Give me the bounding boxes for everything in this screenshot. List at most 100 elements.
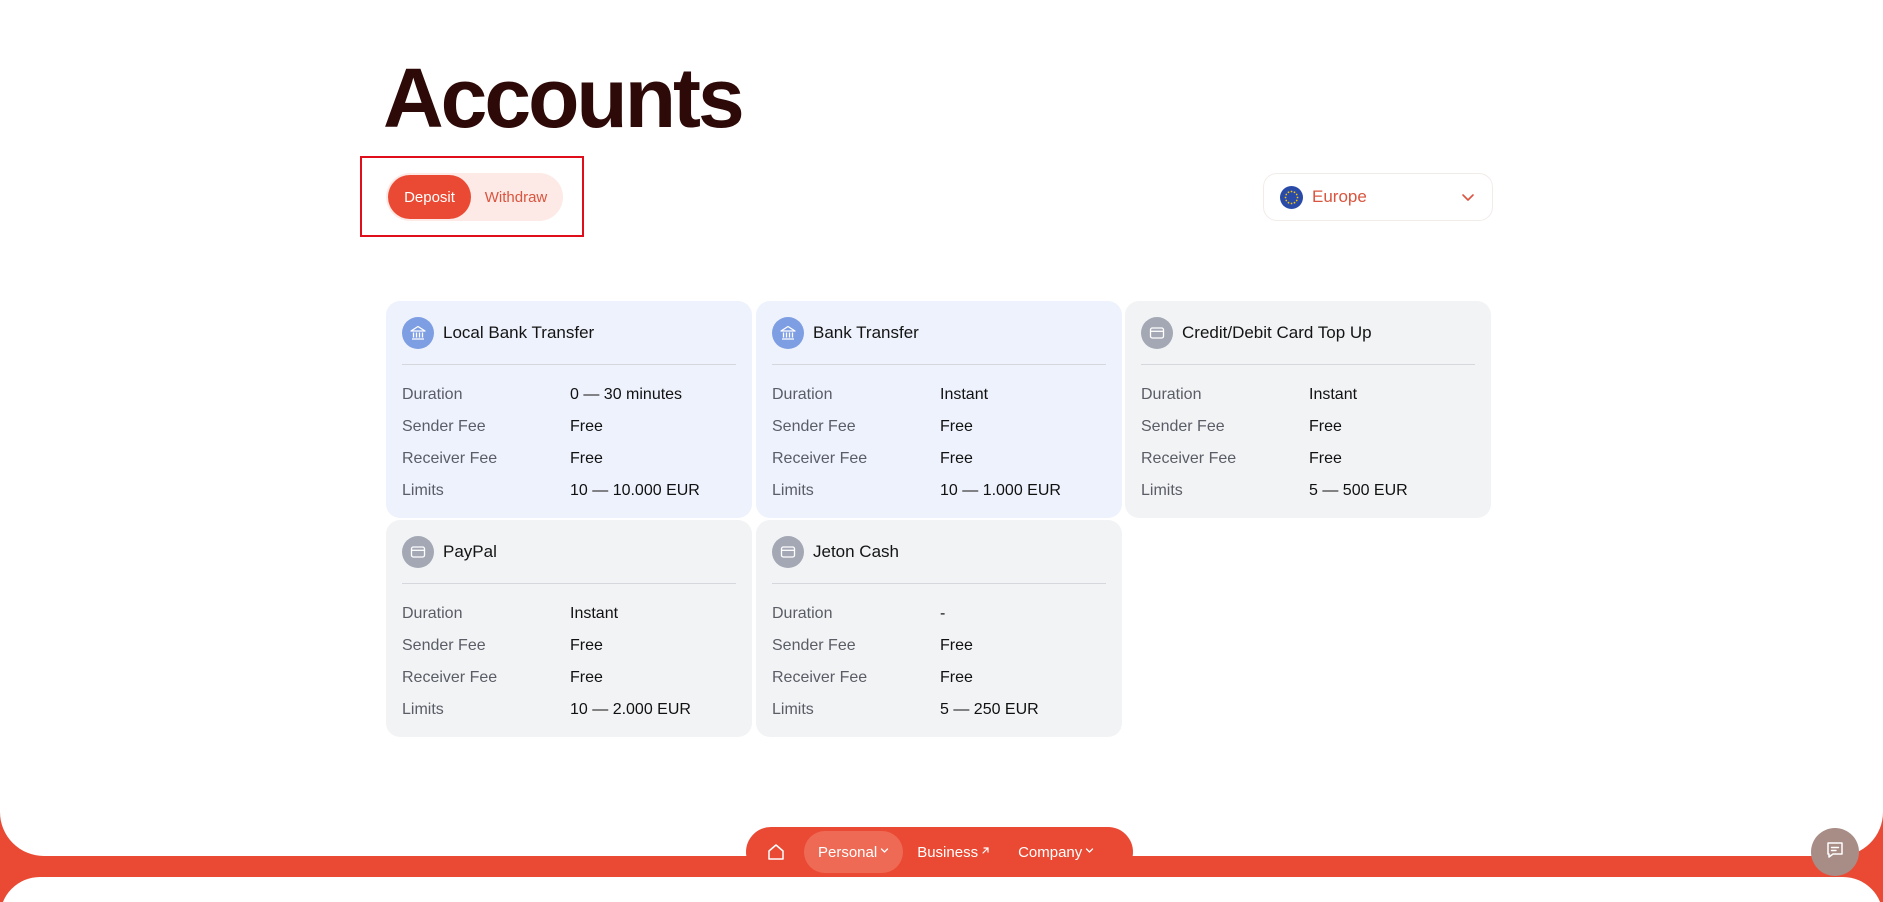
detail-label: Receiver Fee [402, 669, 498, 686]
deposit-withdraw-toggle: Deposit Withdraw [386, 173, 563, 221]
detail-value: 10 — 1.000 EUR [940, 482, 1061, 499]
chat-button[interactable] [1811, 828, 1859, 876]
detail-value: Free [940, 450, 973, 467]
card-icon [402, 536, 434, 568]
detail-row: Sender Fee Free [1141, 411, 1475, 443]
detail-label: Limits [402, 482, 444, 499]
detail-value: 5 — 500 EUR [1309, 482, 1408, 499]
method-title: Local Bank Transfer [443, 323, 595, 342]
method-card-paypal[interactable]: PayPal Duration Instant Sender Fee Free Re… [386, 520, 752, 737]
chevron-down-icon [1085, 846, 1094, 858]
detail-row: Limits 10 — 2.000 EUR [402, 694, 736, 726]
external-link-icon [981, 846, 990, 858]
footer-background [0, 877, 1883, 902]
detail-row: Sender Fee Free [402, 630, 736, 662]
method-title: PayPal [443, 542, 497, 561]
divider [772, 583, 1106, 584]
detail-row: Duration Instant [772, 379, 1106, 411]
detail-label: Limits [772, 482, 814, 499]
detail-label: Sender Fee [772, 637, 856, 654]
chevron-down-icon [880, 846, 889, 858]
detail-row: Limits 5 — 250 EUR [772, 694, 1106, 726]
detail-value: Free [570, 450, 603, 467]
detail-value: Free [1309, 450, 1342, 467]
detail-value: 10 — 10.000 EUR [570, 482, 700, 499]
detail-label: Sender Fee [772, 418, 856, 435]
withdraw-button[interactable]: Withdraw [471, 175, 561, 219]
nav-business-label: Business [917, 843, 979, 861]
detail-row: Receiver Fee Free [402, 443, 736, 475]
method-card-local-bank-transfer[interactable]: Local Bank Transfer Duration 0 — 30 minut… [386, 301, 752, 518]
card-icon [1141, 317, 1173, 349]
page-title: Accounts [383, 51, 745, 145]
nav-company-label: Company [1018, 843, 1083, 861]
divider [402, 583, 736, 584]
divider [772, 364, 1106, 365]
detail-value: Instant [570, 605, 619, 622]
deposit-button[interactable]: Deposit [388, 175, 471, 219]
nav-company[interactable]: Company [1004, 831, 1108, 873]
detail-label: Receiver Fee [772, 669, 868, 686]
detail-value: Instant [940, 386, 989, 403]
detail-value: 0 — 30 minutes [570, 386, 683, 403]
detail-value: Instant [1309, 386, 1358, 403]
detail-label: Receiver Fee [402, 450, 498, 467]
detail-row: Limits 5 — 500 EUR [1141, 475, 1475, 507]
method-card-credit-debit-card[interactable]: Credit/Debit Card Top Up Duration Instant… [1125, 301, 1491, 518]
detail-row: Sender Fee Free [402, 411, 736, 443]
detail-label: Duration [772, 605, 833, 622]
nav-personal-label: Personal [818, 843, 878, 861]
detail-label: Limits [402, 701, 444, 718]
detail-value: Free [940, 637, 973, 654]
detail-row: Receiver Fee Free [402, 662, 736, 694]
region-select[interactable]: Europe [1263, 173, 1493, 221]
detail-row: Receiver Fee Free [772, 662, 1106, 694]
detail-label: Receiver Fee [1141, 450, 1237, 467]
detail-value: Free [570, 669, 603, 686]
detail-row: Duration Instant [1141, 379, 1475, 411]
method-title: Jeton Cash [813, 542, 899, 561]
method-card-jeton-cash[interactable]: Jeton Cash Duration - Sender Fee Free Rece… [756, 520, 1122, 737]
home-icon[interactable] [762, 838, 790, 866]
detail-value: Free [1309, 418, 1342, 435]
detail-value: Free [570, 418, 603, 435]
detail-label: Duration [402, 605, 463, 622]
detail-row: Duration - [772, 598, 1106, 630]
bottom-nav: Personal Business Company [746, 827, 1133, 877]
detail-row: Duration Instant [402, 598, 736, 630]
detail-label: Limits [1141, 482, 1183, 499]
chevron-down-icon [1460, 189, 1476, 210]
eu-flag-icon [1280, 185, 1303, 209]
nav-business[interactable]: Business [903, 831, 1004, 873]
detail-value: 5 — 250 EUR [940, 701, 1039, 718]
divider [402, 364, 736, 365]
detail-row: Receiver Fee Free [772, 443, 1106, 475]
method-card-bank-transfer[interactable]: Bank Transfer Duration Instant Sender Fee… [756, 301, 1122, 518]
bank-icon [772, 317, 804, 349]
detail-label: Sender Fee [402, 637, 486, 654]
detail-label: Sender Fee [402, 418, 486, 435]
detail-value: Free [570, 637, 603, 654]
method-title: Credit/Debit Card Top Up [1182, 323, 1372, 342]
detail-label: Duration [1141, 386, 1202, 403]
detail-label: Duration [402, 386, 463, 403]
detail-row: Duration 0 — 30 minutes [402, 379, 736, 411]
detail-value: Free [940, 418, 973, 435]
detail-value: 10 — 2.000 EUR [570, 701, 691, 718]
detail-label: Limits [772, 701, 814, 718]
detail-label: Sender Fee [1141, 418, 1225, 435]
region-label: Europe [1312, 187, 1367, 206]
chat-icon [1824, 839, 1846, 866]
bank-icon [402, 317, 434, 349]
detail-label: Receiver Fee [772, 450, 868, 467]
detail-label: Duration [772, 386, 833, 403]
detail-row: Sender Fee Free [772, 411, 1106, 443]
detail-row: Limits 10 — 1.000 EUR [772, 475, 1106, 507]
method-title: Bank Transfer [813, 323, 919, 342]
divider [1141, 364, 1475, 365]
detail-row: Limits 10 — 10.000 EUR [402, 475, 736, 507]
detail-value: - [940, 605, 946, 622]
detail-row: Sender Fee Free [772, 630, 1106, 662]
nav-personal[interactable]: Personal [804, 831, 904, 873]
detail-row: Receiver Fee Free [1141, 443, 1475, 475]
